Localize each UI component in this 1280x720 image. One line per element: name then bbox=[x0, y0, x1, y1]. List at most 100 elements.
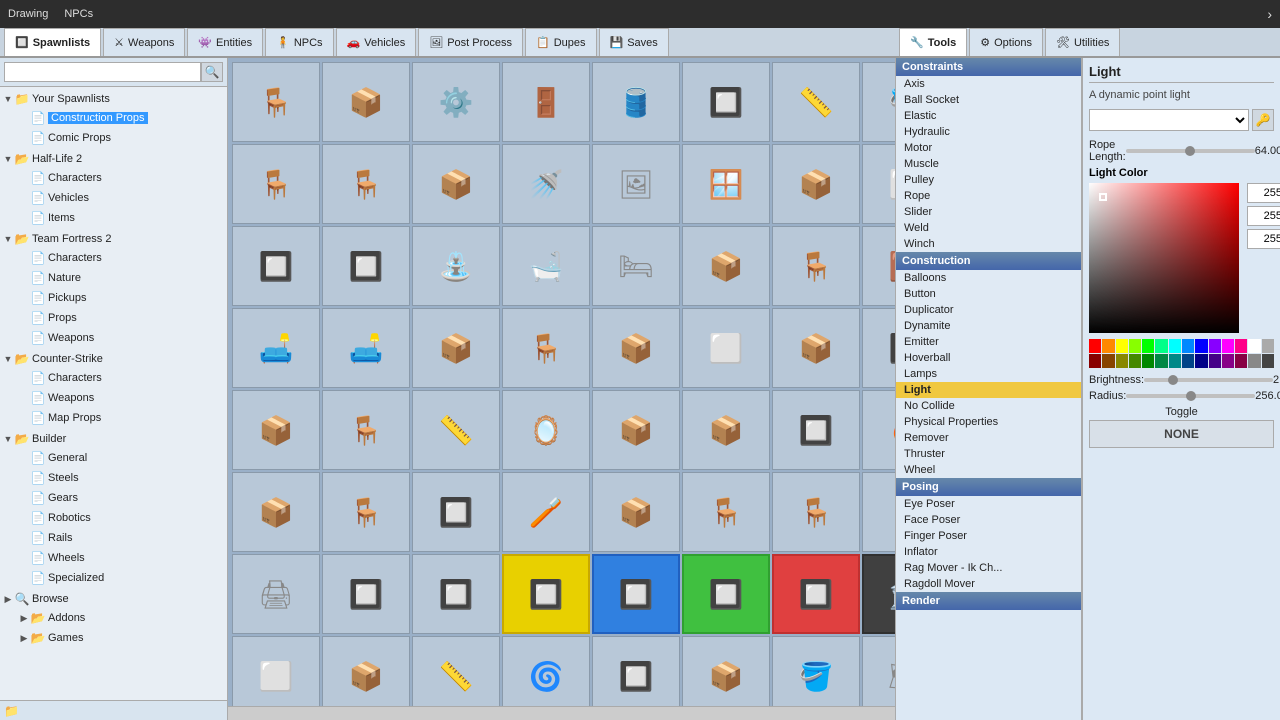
color-swatch[interactable] bbox=[1169, 354, 1181, 368]
constraint-winch[interactable]: Winch bbox=[896, 236, 1081, 252]
grid-item[interactable]: 🪣 bbox=[772, 636, 860, 706]
constraint-muscle[interactable]: Muscle bbox=[896, 156, 1081, 172]
tree-tf2[interactable]: ▼ 📂 Team Fortress 2 📄 Characters bbox=[0, 229, 227, 349]
construction-thruster[interactable]: Thruster bbox=[896, 446, 1081, 462]
tree-toggle-spawnlists[interactable]: ▼ bbox=[2, 93, 14, 105]
construction-no-collide[interactable]: No Collide bbox=[896, 398, 1081, 414]
posing-finger-poser[interactable]: Finger Poser bbox=[896, 528, 1081, 544]
tab-entities[interactable]: 👾 Entities bbox=[187, 28, 263, 56]
color-swatch[interactable] bbox=[1222, 339, 1234, 353]
color-gradient-picker[interactable] bbox=[1089, 183, 1239, 333]
posing-eye-poser[interactable]: Eye Poser bbox=[896, 496, 1081, 512]
tree-toggle-tf2[interactable]: ▼ bbox=[2, 233, 14, 245]
grid-item[interactable]: 🚿 bbox=[502, 144, 590, 224]
grid-item[interactable]: 🪑 bbox=[682, 472, 770, 552]
search-button[interactable]: 🔍 bbox=[201, 62, 223, 82]
tree-tf2-pickups[interactable]: 📄 Pickups bbox=[16, 288, 227, 308]
color-swatch[interactable] bbox=[1155, 354, 1167, 368]
color-swatch[interactable] bbox=[1222, 354, 1234, 368]
grid-item[interactable]: 🛏 bbox=[592, 226, 680, 306]
color-swatch[interactable] bbox=[1195, 354, 1207, 368]
tree-toggle-addons[interactable]: ▶ bbox=[18, 612, 30, 624]
tab-saves[interactable]: 💾 Saves bbox=[599, 28, 669, 56]
color-swatch[interactable] bbox=[1142, 354, 1154, 368]
grid-item[interactable]: 📦 bbox=[592, 390, 680, 470]
construction-hoverball[interactable]: Hoverball bbox=[896, 350, 1081, 366]
red-input[interactable] bbox=[1248, 184, 1280, 202]
light-key-icon[interactable]: 🔑 bbox=[1252, 109, 1274, 131]
construction-physical-properties[interactable]: Physical Properties bbox=[896, 414, 1081, 430]
grid-item[interactable]: 🌀 bbox=[502, 636, 590, 706]
grid-item[interactable]: 🪑 bbox=[772, 226, 860, 306]
tree-addons[interactable]: ▶ 📂 Addons bbox=[16, 608, 227, 628]
grid-item[interactable]: 🪑 bbox=[232, 144, 320, 224]
construction-button[interactable]: Button bbox=[896, 286, 1081, 302]
grid-item[interactable]: 📦 bbox=[322, 636, 410, 706]
tree-toggle-builder[interactable]: ▼ bbox=[2, 433, 14, 445]
grid-item[interactable]: 🛋️ bbox=[232, 308, 320, 388]
blue-input[interactable] bbox=[1248, 230, 1280, 248]
tree-bottom-icon[interactable]: 📁 bbox=[4, 704, 19, 718]
tab-vehicles[interactable]: 🚗 Vehicles bbox=[336, 28, 417, 56]
grid-item[interactable]: 🏛️ bbox=[862, 554, 895, 634]
posing-face-poser[interactable]: Face Poser bbox=[896, 512, 1081, 528]
tree-toggle-games[interactable]: ▶ bbox=[18, 632, 30, 644]
grid-item[interactable]: 📏 bbox=[772, 62, 860, 142]
grid-item[interactable]: 🪑 bbox=[322, 472, 410, 552]
grid-item[interactable]: 🪑 bbox=[772, 472, 860, 552]
color-swatch[interactable] bbox=[1155, 339, 1167, 353]
grid-item[interactable]: 🔲 bbox=[682, 554, 770, 634]
light-type-dropdown[interactable] bbox=[1089, 109, 1249, 131]
grid-item[interactable]: 📦 bbox=[682, 390, 770, 470]
constraint-axis[interactable]: Axis bbox=[896, 76, 1081, 92]
grid-item[interactable]: ⛲ bbox=[412, 226, 500, 306]
grid-item[interactable]: ⬜ bbox=[862, 144, 895, 224]
construction-dynamite[interactable]: Dynamite bbox=[896, 318, 1081, 334]
color-swatch[interactable] bbox=[1262, 354, 1274, 368]
construction-balloons[interactable]: Balloons bbox=[896, 270, 1081, 286]
tree-toggle-construction-props[interactable] bbox=[18, 112, 30, 124]
grid-item[interactable]: ⚙️ bbox=[412, 62, 500, 142]
color-swatch[interactable] bbox=[1248, 339, 1260, 353]
grid-item[interactable]: 📦 bbox=[772, 144, 860, 224]
grid-item[interactable]: 📏 bbox=[412, 390, 500, 470]
tree-builder-steels[interactable]: 📄 Steels bbox=[16, 468, 227, 488]
tree-comic-props[interactable]: 📄 Comic Props bbox=[16, 128, 227, 148]
green-input[interactable] bbox=[1248, 207, 1280, 225]
tree-tf2-characters[interactable]: 📄 Characters bbox=[16, 248, 227, 268]
constraint-rope[interactable]: Rope bbox=[896, 188, 1081, 204]
tree-cs-characters[interactable]: 📄 Characters bbox=[16, 368, 227, 388]
grid-item[interactable]: 🔲 bbox=[322, 554, 410, 634]
color-swatch[interactable] bbox=[1195, 339, 1207, 353]
posing-inflator[interactable]: Inflator bbox=[896, 544, 1081, 560]
color-swatch[interactable] bbox=[1182, 354, 1194, 368]
tree-half-life-2[interactable]: ▼ 📂 Half-Life 2 📄 Characters bbox=[0, 149, 227, 229]
constraint-weld[interactable]: Weld bbox=[896, 220, 1081, 236]
color-swatch[interactable] bbox=[1116, 339, 1128, 353]
grid-item[interactable]: 📦 bbox=[682, 226, 770, 306]
tab-weapons[interactable]: ⚔ Weapons bbox=[103, 28, 185, 56]
constraint-slider[interactable]: Slider bbox=[896, 204, 1081, 220]
color-swatch[interactable] bbox=[1102, 339, 1114, 353]
grid-item[interactable]: 📦 bbox=[592, 472, 680, 552]
tree-hl2-characters[interactable]: 📄 Characters bbox=[16, 168, 227, 188]
grid-item[interactable]: 📦 bbox=[682, 636, 770, 706]
tree-builder-rails[interactable]: 📄 Rails bbox=[16, 528, 227, 548]
tree-browse[interactable]: ▶ 🔍 Browse ▶ 📂 Addons ▶ bbox=[0, 589, 227, 649]
constraint-ball-socket[interactable]: Ball Socket bbox=[896, 92, 1081, 108]
tree-cs-map-props[interactable]: 📄 Map Props bbox=[16, 408, 227, 428]
titlebar-expand-icon[interactable]: › bbox=[1267, 6, 1272, 22]
tree-construction-props[interactable]: 📄 Construction Props bbox=[16, 108, 227, 128]
tree-tf2-props[interactable]: 📄 Props bbox=[16, 308, 227, 328]
color-swatch[interactable] bbox=[1102, 354, 1114, 368]
grid-item[interactable]: 🖨 bbox=[232, 554, 320, 634]
construction-lamps[interactable]: Lamps bbox=[896, 366, 1081, 382]
grid-item[interactable]: 🪑 bbox=[232, 62, 320, 142]
grid-item[interactable]: 📦 bbox=[232, 472, 320, 552]
construction-emitter[interactable]: Emitter bbox=[896, 334, 1081, 350]
grid-item[interactable]: 🪞 bbox=[502, 390, 590, 470]
horizontal-scrollbar[interactable] bbox=[228, 706, 895, 720]
construction-light[interactable]: Light bbox=[896, 382, 1081, 398]
grid-item[interactable]: 🛁 bbox=[502, 226, 590, 306]
tree-toggle-browse[interactable]: ▶ bbox=[2, 593, 14, 605]
